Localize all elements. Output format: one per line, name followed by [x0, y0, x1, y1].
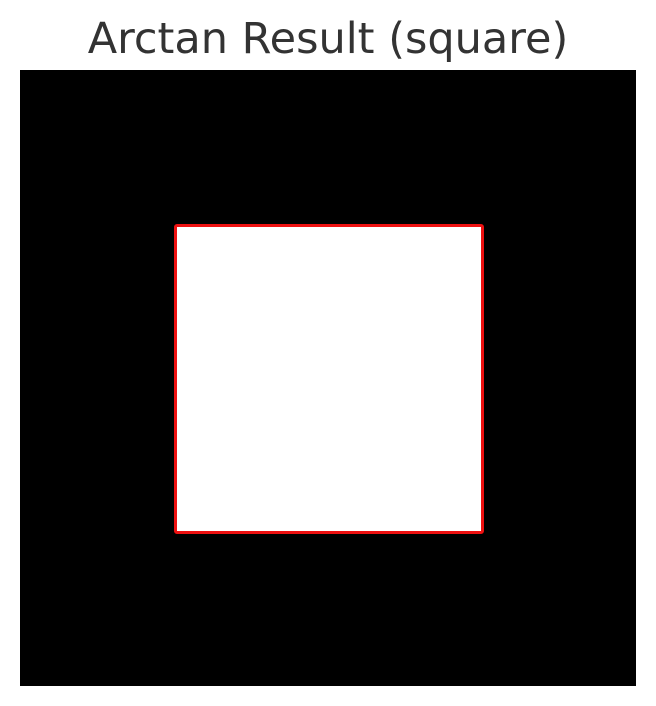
figure-title: Arctan Result (square)	[87, 14, 569, 64]
square-shape	[174, 224, 484, 534]
image-canvas	[20, 70, 636, 686]
